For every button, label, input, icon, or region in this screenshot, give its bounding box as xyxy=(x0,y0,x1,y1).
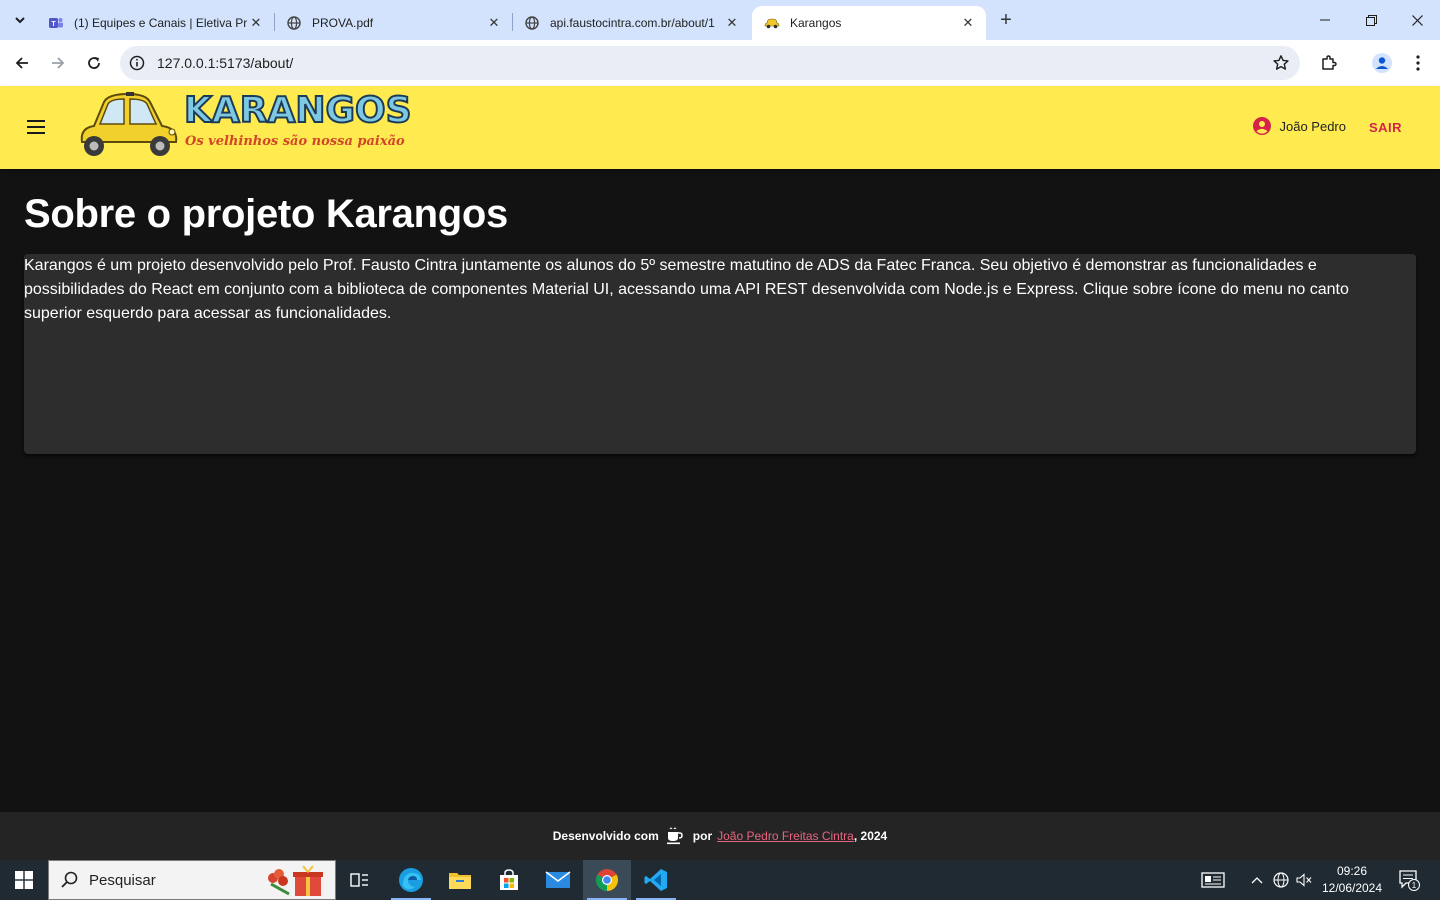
user-name: João Pedro xyxy=(1279,118,1347,134)
tab-title: Karangos xyxy=(790,16,842,30)
mail-icon xyxy=(545,871,571,888)
clock-time: 09:26 xyxy=(1336,864,1368,878)
taskbar-search-box[interactable]: Pesquisar xyxy=(48,860,336,900)
taskbar-mail[interactable] xyxy=(534,860,582,900)
app-header: KARANGOS Os velhinhos são nossa paixão J… xyxy=(0,86,1440,169)
hamburger-menu-icon[interactable] xyxy=(22,113,50,141)
close-tab-icon[interactable]: ✕ xyxy=(724,15,740,31)
footer-suffix: , 2024 xyxy=(853,829,888,843)
volume-button[interactable] xyxy=(1293,860,1315,900)
new-tab-button[interactable]: + xyxy=(995,9,1017,31)
chevron-up-icon xyxy=(1251,877,1263,884)
back-button[interactable] xyxy=(8,49,36,77)
newspaper-icon xyxy=(1201,872,1225,888)
car-icon xyxy=(764,15,780,31)
logo-brand-text: KARANGOS xyxy=(183,89,413,132)
forward-button[interactable] xyxy=(44,49,72,77)
profile-button[interactable] xyxy=(1371,52,1393,74)
globe-icon xyxy=(286,15,302,31)
user-info: João Pedro xyxy=(1252,117,1347,135)
address-bar[interactable]: 127.0.0.1:5173/about/ xyxy=(120,46,1300,80)
minimize-button[interactable] xyxy=(1302,0,1348,40)
browser-tab-karangos[interactable]: Karangos ✕ xyxy=(752,6,986,40)
vscode-icon xyxy=(644,869,667,891)
tab-title: (1) Equipes e Canais | Eletiva Pr xyxy=(74,16,248,30)
browser-tab-api[interactable]: api.faustocintra.com.br/about/1 ✕ xyxy=(512,6,750,40)
volume-muted-icon xyxy=(1296,873,1312,887)
close-icon xyxy=(1411,14,1423,26)
profile-avatar-icon xyxy=(1372,53,1392,73)
teams-icon: T xyxy=(48,15,64,31)
start-button[interactable] xyxy=(0,860,48,900)
windows-logo-icon xyxy=(15,871,33,889)
extensions-button[interactable] xyxy=(1318,52,1340,74)
chrome-icon xyxy=(596,869,618,891)
clock-date: 12/06/2024 xyxy=(1321,881,1383,895)
karangos-logo[interactable]: KARANGOS Os velhinhos são nossa paixão xyxy=(76,89,413,162)
news-widget-button[interactable] xyxy=(1196,860,1230,900)
reload-button[interactable] xyxy=(80,49,108,77)
search-placeholder: Pesquisar xyxy=(89,871,156,889)
browser-tab-prova[interactable]: PROVA.pdf ✕ xyxy=(274,6,512,40)
site-info-icon[interactable] xyxy=(120,46,154,80)
arrow-right-icon xyxy=(52,57,65,69)
notification-center-button[interactable]: 1 xyxy=(1392,860,1426,900)
task-view-icon xyxy=(350,873,368,887)
tab-title: PROVA.pdf xyxy=(312,16,374,30)
taskbar-store[interactable] xyxy=(485,860,533,900)
kebab-menu-icon xyxy=(1416,55,1420,71)
about-description: Karangos é um projeto desenvolvido pelo … xyxy=(24,257,1349,322)
folder-icon xyxy=(449,873,471,889)
browser-tab-strip: T (1) Equipes e Canais | Eletiva Pr ✕ PR… xyxy=(0,0,1440,40)
svg-text:T: T xyxy=(51,21,56,28)
footer-middle: por xyxy=(692,829,713,843)
yellow-car-icon xyxy=(80,92,178,156)
coffee-cup-icon xyxy=(666,827,683,845)
taskbar-edge[interactable] xyxy=(387,860,435,900)
notification-icon: 1 xyxy=(1399,870,1420,891)
windows-taskbar: Pesquisar 09:26 12/06/2024 1 xyxy=(0,860,1440,900)
taskbar-chrome[interactable] xyxy=(583,860,631,900)
close-tab-icon[interactable]: ✕ xyxy=(248,15,264,31)
minimize-icon xyxy=(1320,19,1330,21)
globe-network-icon xyxy=(1273,872,1289,888)
reload-icon xyxy=(88,57,100,69)
close-window-button[interactable] xyxy=(1394,0,1440,40)
search-icon xyxy=(61,871,78,888)
show-hidden-icons-button[interactable] xyxy=(1246,860,1268,900)
browser-tab-teams[interactable]: T (1) Equipes e Canais | Eletiva Pr ✕ xyxy=(36,6,274,40)
globe-icon xyxy=(524,15,540,31)
account-circle-icon xyxy=(1252,117,1271,135)
logout-button[interactable]: SAIR xyxy=(1369,120,1402,135)
restore-icon xyxy=(1365,14,1377,26)
taskbar-file-explorer[interactable] xyxy=(436,860,484,900)
restore-button[interactable] xyxy=(1348,0,1394,40)
tab-title: api.faustocintra.com.br/about/1 xyxy=(550,16,715,30)
arrow-left-icon xyxy=(15,57,28,69)
footer-prefix: Desenvolvido com xyxy=(552,829,659,843)
address-url[interactable]: 127.0.0.1:5173/about/ xyxy=(157,55,293,71)
store-bag-icon xyxy=(500,869,518,890)
taskbar-vscode[interactable] xyxy=(632,860,680,900)
chevron-down-icon xyxy=(15,17,25,24)
close-tab-icon[interactable]: ✕ xyxy=(960,15,976,31)
close-tab-icon[interactable]: ✕ xyxy=(486,15,502,31)
browser-toolbar: 127.0.0.1:5173/about/ xyxy=(0,40,1440,86)
page-title: Sobre o projeto Karangos xyxy=(24,192,508,236)
task-view-button[interactable] xyxy=(336,860,384,900)
notification-count: 1 xyxy=(1412,881,1417,890)
browser-menu-button[interactable] xyxy=(1407,52,1429,74)
gift-flowers-icon xyxy=(268,865,323,896)
edge-icon xyxy=(399,868,423,892)
bookmark-star-icon[interactable] xyxy=(1272,54,1290,72)
tab-search-button[interactable] xyxy=(8,8,32,32)
author-link[interactable]: João Pedro Freitas Cintra xyxy=(717,829,854,843)
network-button[interactable] xyxy=(1270,860,1292,900)
puzzle-icon xyxy=(1322,55,1337,70)
app-footer: Desenvolvido com por João Pedro Freitas … xyxy=(0,812,1440,860)
taskbar-clock[interactable]: 09:26 12/06/2024 xyxy=(1318,863,1386,897)
logo-slogan: Os velhinhos são nossa paixão xyxy=(185,134,405,149)
